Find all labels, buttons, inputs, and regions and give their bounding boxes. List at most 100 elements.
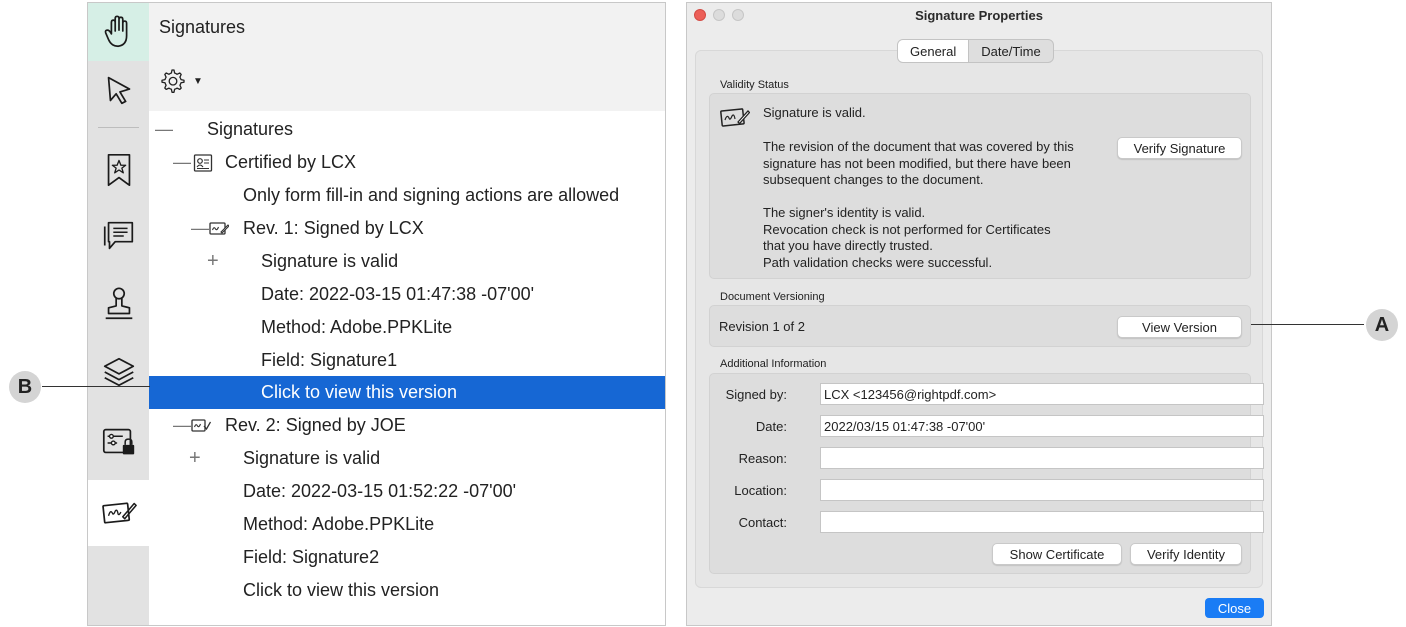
show-certificate-button[interactable]: Show Certificate [992,543,1122,565]
tree-item-label: Date: 2022-03-15 01:47:38 -07'00' [261,284,535,304]
tree-item-label: Signature is valid [261,251,399,271]
tab-bar: General Date/Time [897,39,1054,63]
collapse-toggle-icon[interactable]: — [155,113,173,146]
validity-revision-line-1: The revision of the document that was co… [763,139,1074,154]
signed-by-field[interactable]: LCX <123456@rightpdf.com> [820,383,1264,405]
tree-item-rev2[interactable]: — Rev. 2: Signed by JOE [149,409,665,442]
tree-item-certified-note[interactable]: Only form fill-in and signing actions ar… [149,179,665,212]
tab-general[interactable]: General [898,40,970,62]
comment-icon [103,221,133,250]
identity-line-1: The signer's identity is valid. [763,205,926,220]
screenshot-stage: Signatures ▼ — Signatures — Certified by… [0,0,1406,627]
document-versioning-heading: Document Versioning [720,291,825,303]
window-close-button[interactable] [694,9,706,21]
dialog-title: Signature Properties [915,7,1043,23]
tree-item-label: Rev. 1: Signed by LCX [243,218,424,238]
bookmark-star-icon [107,153,130,187]
dialog-titlebar: Signature Properties [687,3,1271,27]
tree-item-rev1-method[interactable]: Method: Adobe.PPKLite [149,311,665,344]
callout-b-badge: B [9,371,41,403]
rail-divider [98,127,139,128]
tool-rail [88,3,149,625]
callout-a-leader-line [1251,324,1364,325]
tree-item-rev1-view-version[interactable]: Click to view this version [149,376,665,409]
tree-item-label: Certified by LCX [225,152,357,172]
tree-item-label: Method: Adobe.PPKLite [243,514,435,534]
expand-toggle-icon[interactable]: + [207,245,221,278]
layers-button[interactable] [88,343,149,401]
signature-pen-icon [101,502,137,524]
identity-line-3: that you have directly trusted. [763,238,933,253]
tree-item-certified[interactable]: — Certified by LCX [149,146,665,179]
tree-item-rev2-method[interactable]: Method: Adobe.PPKLite [149,508,665,541]
contact-field[interactable] [820,511,1264,533]
tree-item-label: Click to view this version [261,382,458,402]
additional-info-group: Signed by: LCX <123456@rightpdf.com> Dat… [709,373,1264,574]
bookmarks-button[interactable] [88,141,149,199]
form-security-button[interactable] [88,413,149,471]
tree-item-rev2-view-version[interactable]: Click to view this version [149,574,665,607]
reason-field[interactable] [820,447,1264,469]
tree-item-rev1[interactable]: — Rev. 1: Signed by LCX [149,212,665,245]
close-button[interactable]: Close [1205,598,1264,618]
tree-item-rev2-status[interactable]: + Signature is valid [149,442,665,475]
callout-a-badge: A [1366,309,1398,341]
signatures-panel-button[interactable] [88,480,149,546]
hand-tool-button[interactable] [88,3,149,61]
stamps-button[interactable] [88,275,149,333]
contact-label: Contact: [738,515,787,530]
collapse-toggle-icon[interactable]: — [173,409,191,442]
collapse-toggle-icon[interactable]: — [173,146,191,179]
panel-title: Signatures [159,17,246,37]
signatures-panel: Signatures ▼ — Signatures — Certified by… [87,2,666,626]
verify-identity-button[interactable]: Verify Identity [1130,543,1242,565]
location-field[interactable] [820,479,1264,501]
form-lock-icon [102,428,134,455]
tree-item-rev1-status[interactable]: + Signature is valid [149,245,665,278]
signed-by-label: Signed by: [725,387,787,402]
validity-revision-line-3: subsequent changes to the document. [763,172,984,187]
certificate-icon [193,154,213,172]
additional-info-heading: Additional Information [720,358,827,370]
gear-icon [161,69,185,93]
signature-field-icon [209,222,229,235]
date-label: Date: [755,419,787,434]
tree-item-root[interactable]: — Signatures [149,113,665,146]
signature-properties-dialog: Signature Properties General Date/Time V… [686,2,1272,626]
window-minimize-button[interactable] [713,9,725,21]
tree-item-label: Signature is valid [243,448,381,468]
reason-label: Reason: [738,451,787,466]
tree-item-label: Field: Signature1 [261,350,398,370]
tree-item-rev1-field[interactable]: Field: Signature1 [149,344,665,377]
chevron-down-icon: ▼ [193,75,203,87]
verify-signature-button[interactable]: Verify Signature [1117,137,1242,159]
comments-button[interactable] [88,207,149,265]
callout-b-leader-line [42,386,150,387]
tree-item-rev1-date[interactable]: Date: 2022-03-15 01:47:38 -07'00' [149,278,665,311]
validity-status-group: Signature is valid. The revision of the … [709,93,1251,279]
panel-header: Signatures ▼ [149,3,665,111]
collapse-toggle-icon[interactable]: — [191,212,209,245]
validity-revision-line-2: signature has not been modified, but the… [763,155,1071,171]
tree-item-label: Click to view this version [243,580,440,600]
tree-item-label: Date: 2022-03-15 01:52:22 -07'00' [243,481,517,501]
validity-summary: Signature is valid. [763,105,866,120]
signature-icon [720,108,750,127]
tab-date-time[interactable]: Date/Time [969,40,1052,62]
tree-item-rev2-field[interactable]: Field: Signature2 [149,541,665,574]
signatures-content: Signatures ▼ — Signatures — Certified by… [149,3,665,625]
stamp-icon [105,287,132,320]
window-zoom-button[interactable] [732,9,744,21]
signature-check-icon [191,419,211,432]
tree-item-label: Method: Adobe.PPKLite [261,317,453,337]
tree-item-label: Only form fill-in and signing actions ar… [243,185,620,205]
cursor-arrow-icon [107,76,130,105]
tree-item-label: Field: Signature2 [243,547,380,567]
document-versioning-group: Revision 1 of 2 View Version [709,305,1251,347]
expand-toggle-icon[interactable]: + [189,442,203,475]
view-version-button[interactable]: View Version [1117,316,1242,338]
date-field[interactable]: 2022/03/15 01:47:38 -07'00' [820,415,1264,437]
options-menu-button[interactable]: ▼ [159,68,203,94]
select-tool-button[interactable] [88,61,149,119]
tree-item-rev2-date[interactable]: Date: 2022-03-15 01:52:22 -07'00' [149,475,665,508]
